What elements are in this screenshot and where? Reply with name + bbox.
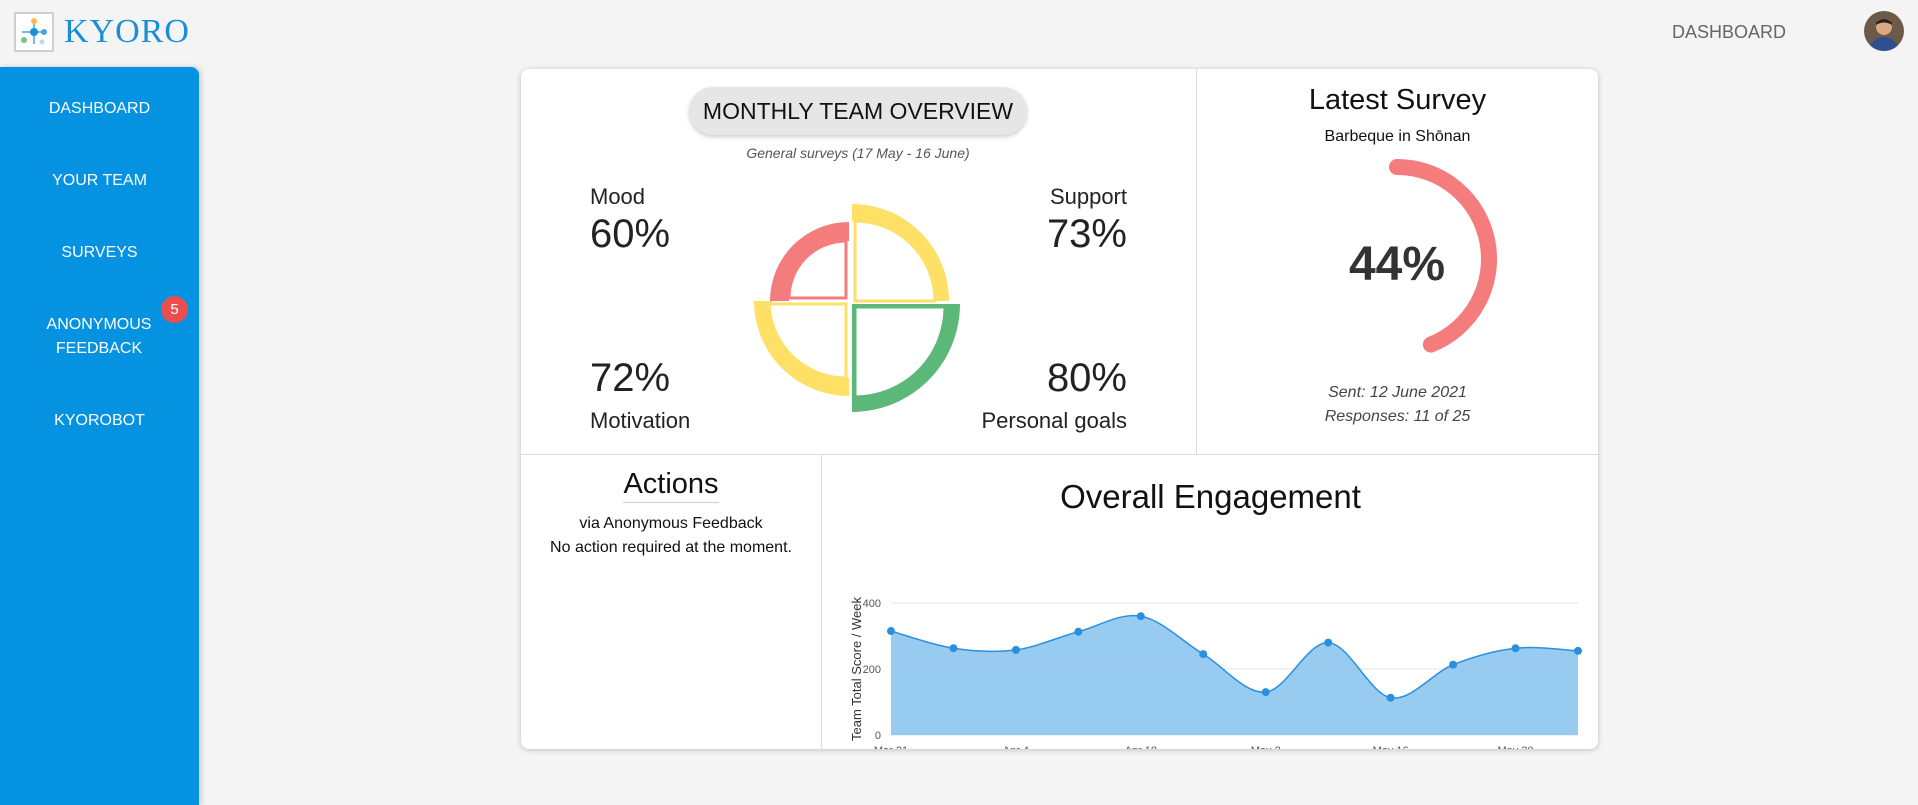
top-bar: KYORO DASHBOARD [0, 0, 1918, 62]
x-tick-label: Apr 4 [1003, 745, 1029, 749]
personal-goals-segment-inner [853, 305, 947, 399]
data-point [1574, 646, 1582, 655]
dashboard-card: MONTHLY TEAM OVERVIEW General surveys (1… [521, 69, 1598, 749]
data-point [1511, 644, 1520, 653]
data-point [1074, 627, 1083, 636]
sidebar-item-dashboard[interactable]: DASHBOARD [0, 97, 199, 121]
overview-title-button[interactable]: MONTHLY TEAM OVERVIEW [689, 87, 1027, 135]
sidebar: DASHBOARD YOUR TEAM SURVEYS ANONYMOUS FE… [0, 67, 199, 805]
user-avatar[interactable] [1864, 11, 1904, 51]
actions-source: via Anonymous Feedback [579, 515, 763, 532]
sidebar-item-surveys[interactable]: SURVEYS [0, 241, 199, 265]
actions-title: Actions [521, 468, 821, 503]
motivation-value: 72% [590, 356, 671, 400]
mood-value: 60% [590, 212, 671, 256]
data-point [949, 644, 958, 653]
actions-message: No action required at the moment. [550, 539, 792, 556]
data-point [1386, 693, 1395, 702]
x-tick-label: Apr 18 [1125, 745, 1157, 749]
engagement-chart: 0 200 400 Mar 21 Apr 4 Apr 18 May 2 May 16 May 3… [849, 596, 1582, 749]
survey-percent: 44% [1348, 238, 1446, 291]
divider [521, 454, 1598, 455]
data-point [1011, 645, 1020, 654]
survey-responses: Responses: 11 of 25 [1324, 408, 1471, 425]
mood-label: Mood [590, 184, 646, 209]
data-point [1199, 650, 1208, 659]
logo-text: KYORO [64, 13, 190, 50]
logo-mark-icon [14, 12, 54, 52]
y-axis-label: Team Total Score / Week [849, 596, 864, 741]
latest-survey-title: Latest Survey [1308, 84, 1487, 116]
actions-title-text: Actions [623, 468, 719, 503]
data-point [887, 627, 895, 636]
logo[interactable]: KYORO [14, 12, 190, 52]
sidebar-item-kyorobot[interactable]: KYOROBOT [0, 409, 199, 433]
y-tick-label: 0 [875, 730, 881, 742]
divider [821, 454, 822, 749]
engagement-area [891, 615, 1578, 735]
data-point [1136, 612, 1145, 621]
data-point [1449, 660, 1458, 669]
motivation-label: Motivation [590, 408, 691, 433]
notification-badge: 5 [161, 296, 188, 323]
top-nav-dashboard[interactable]: DASHBOARD [1672, 22, 1786, 43]
y-tick-label: 400 [863, 598, 881, 610]
support-segment-inner [853, 219, 937, 303]
overview-subtitle: General surveys (17 May - 16 June) [746, 145, 970, 161]
data-point [1324, 638, 1333, 647]
team-overview-rose-chart [754, 204, 960, 412]
survey-sent-date: Sent: 12 June 2021 [1328, 384, 1467, 401]
x-tick-label: May 2 [1251, 745, 1281, 749]
y-tick-label: 200 [863, 664, 881, 676]
engagement-title: Overall Engagement [1060, 478, 1361, 515]
latest-survey-name[interactable]: Barbeque in Shōnan [1197, 128, 1598, 146]
x-tick-label: May 30 [1498, 745, 1534, 749]
data-point [1261, 688, 1270, 697]
sidebar-item-your-team[interactable]: YOUR TEAM [0, 169, 199, 193]
sidebar-item-anonymous-feedback[interactable]: ANONYMOUS FEEDBACK [44, 313, 154, 361]
x-tick-label: Mar 21 [874, 745, 908, 749]
motivation-segment-inner [767, 302, 848, 380]
x-tick-label: May 16 [1373, 745, 1409, 749]
